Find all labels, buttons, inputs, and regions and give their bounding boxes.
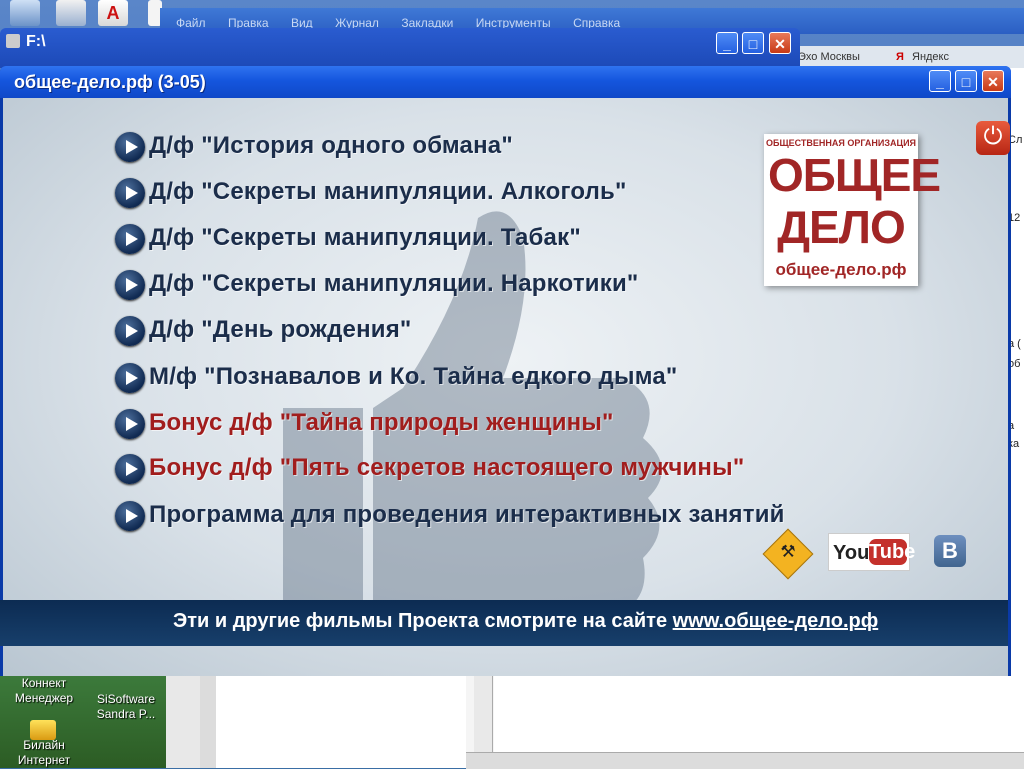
explorer-minimize-button[interactable]: _ — [716, 32, 738, 54]
play-arrow-icon[interactable] — [115, 363, 145, 393]
play-arrow-icon[interactable] — [115, 178, 145, 208]
document-page[interactable] — [216, 676, 466, 768]
youtube-you-text: You — [833, 542, 870, 564]
app-title: общее-дело.рф (3-05) — [14, 72, 206, 92]
play-arrow-icon[interactable] — [115, 409, 145, 439]
desktop-icon-sisoftware[interactable]: SiSoftware Sandra P... — [88, 692, 164, 722]
desktop-icon-beeline[interactable]: Билайн Интернет — [4, 738, 84, 768]
close-button[interactable]: ✕ — [982, 70, 1004, 92]
menu-item-label[interactable]: М/ф "Познавалов и Ко. Тайна едкого дыма" — [149, 363, 677, 391]
menu-item-label[interactable]: Бонус д/ф "Пять секретов настоящего мужч… — [149, 454, 744, 482]
desktop-icon-connect-manager[interactable]: Коннект Менеджер — [4, 676, 84, 706]
document-window-fragment — [166, 676, 466, 768]
desktop-toolbar-icons: A — [0, 0, 170, 28]
computer-icon[interactable] — [10, 0, 40, 26]
play-arrow-icon[interactable] — [115, 270, 145, 300]
power-icon[interactable]: ⏻ — [976, 121, 1010, 155]
tools-icon[interactable]: ⚒ — [778, 542, 798, 562]
menu-item-label[interactable]: Д/ф "День рождения" — [149, 316, 412, 344]
youtube-button[interactable]: You Tube — [828, 533, 916, 571]
play-arrow-icon[interactable] — [115, 501, 145, 531]
site-link[interactable]: www.общее-дело.рф — [673, 610, 879, 632]
word-vertical-ruler — [474, 676, 493, 752]
drive-icon — [6, 34, 20, 48]
maximize-button[interactable]: □ — [955, 70, 977, 92]
obshchee-delo-logo: ОБЩЕСТВЕННАЯ ОРГАНИЗАЦИЯ ОБЩЕЕ ДЕЛО обще… — [764, 134, 941, 286]
menu-item-label[interactable]: Д/ф "Секреты манипуляции. Наркотики" — [149, 270, 638, 298]
word-status-bar — [466, 752, 1024, 769]
vertical-ruler — [200, 676, 217, 768]
minimize-button[interactable]: _ — [929, 70, 951, 92]
bookmark-echo[interactable]: Эхо Москвы — [798, 51, 860, 63]
vk-button[interactable]: B — [934, 535, 966, 567]
explorer-window: F:\ _ □ ✕ — [0, 28, 800, 68]
menu-item-label[interactable]: Д/ф "Секреты манипуляции. Алкоголь" — [149, 178, 627, 206]
explorer-maximize-button[interactable]: □ — [742, 32, 764, 54]
bottom-banner: Эти и другие фильмы Проекта смотрите на … — [0, 600, 1008, 646]
logo-url: общее-дело.рф — [775, 260, 907, 279]
banner-caption: Эти и другие фильмы Проекта смотрите на … — [173, 610, 673, 632]
menu-item-label[interactable]: Бонус д/ф "Тайна природы женщины" — [149, 409, 614, 437]
play-arrow-icon[interactable] — [115, 132, 145, 162]
yandex-icon: Я — [896, 51, 904, 63]
logo-subtitle: ОБЩЕСТВЕННАЯ ОРГАНИЗАЦИЯ — [765, 138, 917, 148]
youtube-tube-text: Tube — [869, 539, 916, 565]
network-icon[interactable] — [56, 0, 86, 26]
word-window-fragment — [466, 676, 1024, 769]
logo-line-2: ДЕЛО — [777, 201, 906, 253]
bookmark-yandex[interactable]: Яндекс — [912, 51, 949, 63]
play-arrow-icon[interactable] — [115, 454, 145, 484]
explorer-close-button[interactable]: ✕ — [769, 32, 791, 54]
explorer-title: F:\ — [26, 33, 46, 50]
menu-item-label[interactable]: Д/ф "История одного обмана" — [149, 132, 513, 160]
play-arrow-icon[interactable] — [115, 224, 145, 254]
play-arrow-icon[interactable] — [115, 316, 145, 346]
menu-item-label[interactable]: Программа для проведения интерактивных з… — [149, 501, 785, 529]
logo-line-1: ОБЩЕЕ — [768, 149, 941, 201]
browser-bookmarks-bar: Эхо Москвы Я Яндекс — [790, 46, 1024, 68]
banner-text: Эти и другие фильмы Проекта смотрите на … — [173, 610, 878, 633]
acrobat-icon[interactable]: A — [98, 0, 128, 26]
beeline-icon[interactable] — [30, 720, 56, 740]
menu-item-label[interactable]: Д/ф "Секреты манипуляции. Табак" — [149, 224, 581, 252]
app-titlebar[interactable]: общее-дело.рф (3-05) _ □ ✕ — [0, 66, 1011, 98]
desktop-shortcuts: Коннект Менеджер SiSoftware Sandra P... … — [0, 676, 166, 768]
word-page[interactable] — [494, 676, 1024, 752]
